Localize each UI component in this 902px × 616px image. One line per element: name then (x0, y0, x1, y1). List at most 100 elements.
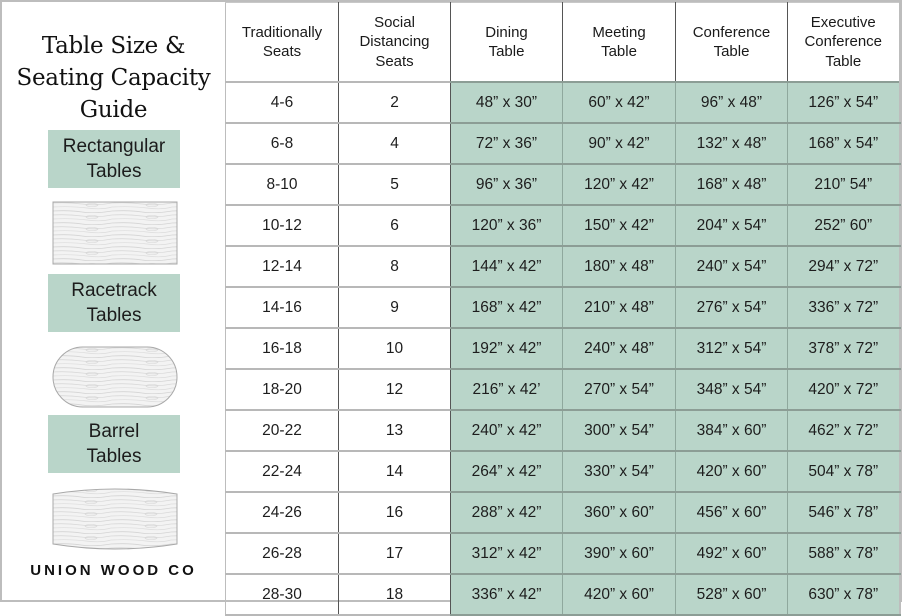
traditional-seats-cell: 8-10 (225, 163, 339, 206)
dining-size-cell: 312” x 42” (450, 532, 563, 575)
social-distancing-seats-cell: 9 (338, 286, 451, 329)
conference-size-cell: 348” x 54” (675, 368, 788, 411)
table-row: 12-14 8 144” x 42” 180” x 48” 240” x 54” 294”… (225, 245, 901, 288)
traditional-seats-cell: 10-12 (225, 204, 339, 247)
barrel-table-icon (52, 488, 178, 550)
meeting-size-cell: 240” x 48” (562, 327, 676, 370)
executive-size-cell: 252” 60” (787, 204, 901, 247)
meeting-size-cell: 270” x 54” (562, 368, 676, 411)
header-line: Table (825, 52, 862, 70)
racetrack-tables-label: Racetrack Tables (48, 274, 180, 332)
dining-size-cell: 168” x 42” (450, 286, 563, 329)
dining-size-cell: 336” x 42” (450, 573, 563, 616)
header-conference-table: Conference Table (675, 2, 788, 83)
conference-size-cell: 132” x 48” (675, 122, 788, 165)
label-line: Rectangular (62, 136, 166, 157)
executive-size-cell: 294” x 72” (787, 245, 901, 288)
dining-size-cell: 192” x 42” (450, 327, 563, 370)
social-distancing-seats-cell: 8 (338, 245, 451, 288)
table-body: 4-6 2 48” x 30” 60” x 42” 96” x 48” 126” x 54… (225, 81, 901, 616)
header-line: Executive (810, 13, 876, 31)
social-distancing-seats-cell: 18 (338, 573, 451, 616)
meeting-size-cell: 300” x 54” (562, 409, 676, 452)
barrel-tables-label: Barrel Tables (48, 415, 180, 473)
meeting-size-cell: 90” x 42” (562, 122, 676, 165)
executive-size-cell: 630” x 78” (787, 573, 901, 616)
header-executive-conference-table: Executive Conference Table (787, 2, 901, 83)
traditional-seats-cell: 14-16 (225, 286, 339, 329)
label-line: Racetrack (71, 280, 157, 301)
traditional-seats-cell: 24-26 (225, 491, 339, 534)
title-line: Guide (79, 97, 148, 123)
label-line: Tables (86, 161, 142, 182)
traditional-seats-cell: 26-28 (225, 532, 339, 575)
dining-size-cell: 144” x 42” (450, 245, 563, 288)
table-row: 24-26 16 288” x 42” 360” x 60” 456” x 60” 546… (225, 491, 901, 534)
meeting-size-cell: 390” x 60” (562, 532, 676, 575)
traditional-seats-cell: 4-6 (225, 81, 339, 124)
dining-size-cell: 72” x 36” (450, 122, 563, 165)
table-row: 10-12 6 120” x 36” 150” x 42” 204” x 54” 252”… (225, 204, 901, 247)
table-row: 8-10 5 96” x 36” 120” x 42” 168” x 48” 210” 5… (225, 163, 901, 206)
brand-name: UNION WOOD CO (30, 562, 197, 579)
header-meeting-table: Meeting Table (562, 2, 676, 83)
traditional-seats-cell: 18-20 (225, 368, 339, 411)
conference-size-cell: 312” x 54” (675, 327, 788, 370)
table-row: 18-20 12 216” x 42’ 270” x 54” 348” x 54” 420… (225, 368, 901, 411)
table-row: 6-8 4 72” x 36” 90” x 42” 132” x 48” 168” x 5… (225, 122, 901, 165)
traditional-seats-cell: 16-18 (225, 327, 339, 370)
dining-size-cell: 216” x 42’ (450, 368, 563, 411)
page-title: Table Size & Seating Capacity Guide (2, 30, 225, 126)
header-line: Dining (485, 23, 528, 41)
conference-size-cell: 204” x 54” (675, 204, 788, 247)
executive-size-cell: 210” 54” (787, 163, 901, 206)
meeting-size-cell: 360” x 60” (562, 491, 676, 534)
dining-size-cell: 120” x 36” (450, 204, 563, 247)
title-line: Table Size & (41, 33, 186, 59)
social-distancing-seats-cell: 12 (338, 368, 451, 411)
table-header-row: Traditionally Seats Social Distancing Seats D… (225, 2, 901, 83)
meeting-size-cell: 210” x 48” (562, 286, 676, 329)
social-distancing-seats-cell: 4 (338, 122, 451, 165)
traditional-seats-cell: 6-8 (225, 122, 339, 165)
conference-size-cell: 456” x 60” (675, 491, 788, 534)
dining-size-cell: 240” x 42” (450, 409, 563, 452)
header-line: Meeting (592, 23, 646, 41)
executive-size-cell: 546” x 78” (787, 491, 901, 534)
social-distancing-seats-cell: 14 (338, 450, 451, 493)
social-distancing-seats-cell: 16 (338, 491, 451, 534)
header-line: Conference (692, 23, 771, 41)
executive-size-cell: 504” x 78” (787, 450, 901, 493)
executive-size-cell: 420” x 72” (787, 368, 901, 411)
executive-size-cell: 588” x 78” (787, 532, 901, 575)
meeting-size-cell: 180” x 48” (562, 245, 676, 288)
executive-size-cell: 378” x 72” (787, 327, 901, 370)
conference-size-cell: 96” x 48” (675, 81, 788, 124)
conference-size-cell: 420” x 60” (675, 450, 788, 493)
conference-size-cell: 240” x 54” (675, 245, 788, 288)
label-line: Tables (86, 446, 142, 467)
table-row: 26-28 17 312” x 42” 390” x 60” 492” x 60” 588… (225, 532, 901, 575)
header-line: Traditionally (241, 23, 323, 41)
header-line: Seats (262, 43, 302, 60)
label-line: Tables (86, 305, 142, 326)
racetrack-table-icon (52, 346, 178, 408)
executive-size-cell: 168” x 54” (787, 122, 901, 165)
header-line: Table (713, 43, 750, 60)
dining-size-cell: 96” x 36” (450, 163, 563, 206)
dining-size-cell: 288” x 42” (450, 491, 563, 534)
table-row: 16-18 10 192” x 42” 240” x 48” 312” x 54” 378… (225, 327, 901, 370)
conference-size-cell: 492” x 60” (675, 532, 788, 575)
table-row: 4-6 2 48” x 30” 60” x 42” 96” x 48” 126” x 54… (225, 81, 901, 124)
executive-size-cell: 462” x 72” (787, 409, 901, 452)
social-distancing-seats-cell: 6 (338, 204, 451, 247)
conference-size-cell: 276” x 54” (675, 286, 788, 329)
meeting-size-cell: 60” x 42” (562, 81, 676, 124)
traditional-seats-cell: 12-14 (225, 245, 339, 288)
rectangle-table-icon (52, 201, 178, 265)
header-traditionally-seats: Traditionally Seats (225, 2, 339, 83)
table-row: 28-30 18 336” x 42” 420” x 60” 528” x 60” 630… (225, 573, 901, 616)
social-distancing-seats-cell: 5 (338, 163, 451, 206)
header-social-distancing-seats: Social Distancing Seats (338, 2, 451, 83)
conference-size-cell: 168” x 48” (675, 163, 788, 206)
